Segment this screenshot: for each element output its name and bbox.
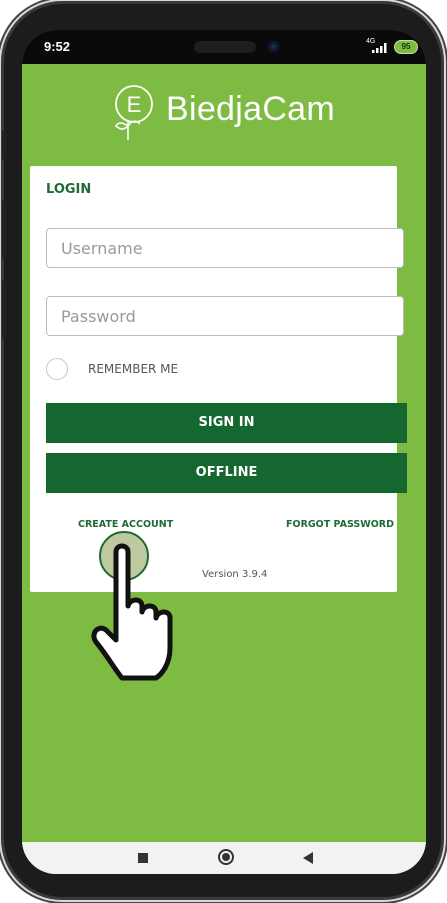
offline-button[interactable]: OFFLINE bbox=[46, 453, 407, 493]
status-bar: 9:52 4G 95 bbox=[22, 30, 426, 64]
recents-icon[interactable] bbox=[138, 853, 148, 863]
home-icon[interactable] bbox=[218, 849, 234, 865]
screenshot-stage: 9:52 4G 95 E BiedjaCam LOGIN Username RE… bbox=[0, 0, 447, 903]
back-icon[interactable] bbox=[303, 852, 313, 864]
status-time: 9:52 bbox=[44, 39, 71, 54]
sign-in-button[interactable]: SIGN IN bbox=[46, 403, 407, 443]
signal-icon bbox=[372, 43, 387, 53]
speaker-notch bbox=[194, 41, 256, 53]
battery-icon: 95 bbox=[394, 40, 418, 54]
front-camera bbox=[268, 41, 279, 52]
login-title: LOGIN bbox=[46, 182, 92, 197]
remember-me-toggle[interactable]: REMEMBER ME bbox=[46, 358, 246, 382]
remember-me-label: REMEMBER ME bbox=[88, 362, 179, 376]
side-button bbox=[2, 200, 6, 260]
phone-screen: 9:52 4G 95 E BiedjaCam LOGIN Username RE… bbox=[22, 30, 426, 874]
side-button bbox=[2, 130, 6, 160]
side-button bbox=[2, 280, 6, 340]
app-logo: E BiedjaCam bbox=[108, 82, 348, 146]
version-label: Version 3.9.4 bbox=[202, 569, 268, 580]
forgot-password-link[interactable]: FORGOT PASSWORD bbox=[286, 519, 394, 530]
username-field[interactable] bbox=[46, 228, 404, 268]
leaf-logo-icon: E bbox=[115, 85, 153, 140]
app-name: BiedjaCam bbox=[166, 90, 335, 128]
android-nav-bar bbox=[22, 842, 426, 874]
battery-level: 95 bbox=[401, 42, 411, 51]
remember-me-radio[interactable] bbox=[46, 358, 68, 380]
logo-letter: E bbox=[127, 92, 142, 117]
password-field[interactable] bbox=[46, 296, 404, 336]
tap-pointer-icon bbox=[91, 531, 173, 681]
